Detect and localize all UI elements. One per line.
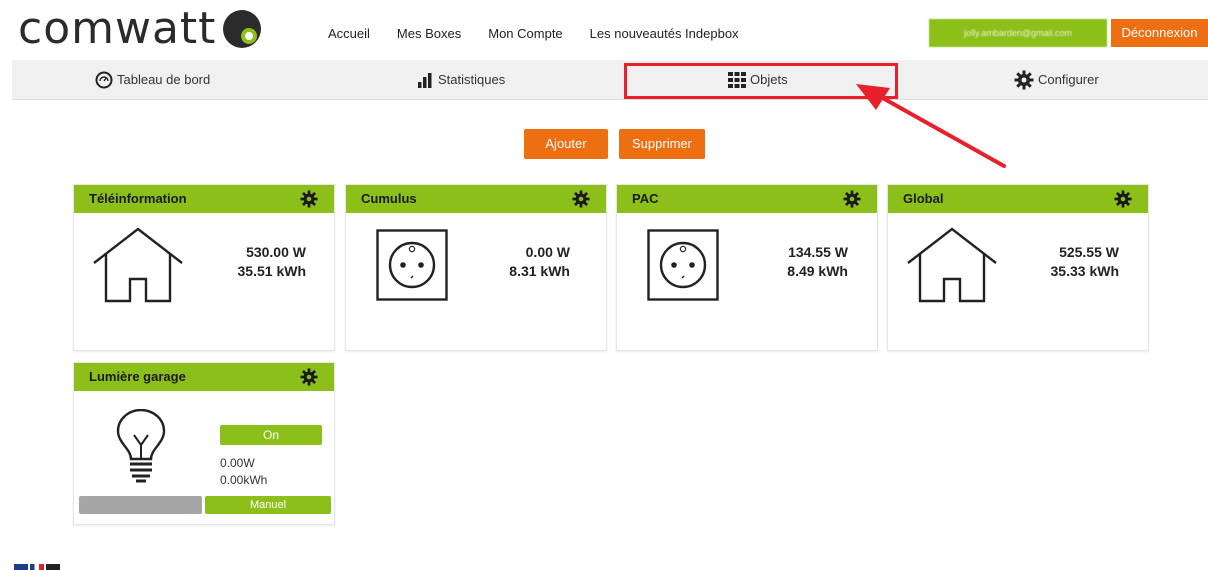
light-energy-value: 0.00kWh <box>220 473 268 487</box>
card-power-value: 525.55 W <box>1059 244 1119 260</box>
flag-de-icon[interactable] <box>46 564 60 570</box>
nav-mes-boxes[interactable]: Mes Boxes <box>397 26 461 41</box>
card-energy-value: 35.51 kWh <box>237 263 306 279</box>
light-manual-mode-button[interactable]: Manuel <box>205 496 331 514</box>
flag-fr-icon[interactable] <box>30 564 44 570</box>
object-card-pac: PAC 134.55 W 8.49 kWh <box>616 184 878 351</box>
socket-icon <box>647 229 719 301</box>
card-energy-value: 8.31 kWh <box>509 263 570 279</box>
dashboard-icon <box>95 71 113 88</box>
house-icon <box>907 227 997 303</box>
card-title: Téléinformation <box>89 191 187 206</box>
light-auto-mode-button[interactable] <box>79 496 202 514</box>
tab-statistiques[interactable]: Statistiques <box>416 60 505 99</box>
logo-mark-icon <box>223 10 262 48</box>
card-power-value: 134.55 W <box>788 244 848 260</box>
lightbulb-icon <box>116 409 166 483</box>
tab-statistiques-label: Statistiques <box>438 72 506 87</box>
card-settings-gear-icon[interactable] <box>572 190 590 208</box>
card-settings-gear-icon[interactable] <box>843 190 861 208</box>
card-title: PAC <box>632 191 659 206</box>
bar-chart-icon <box>418 72 432 88</box>
annotation-arrow-icon <box>856 84 1006 168</box>
card-title: Global <box>903 191 944 206</box>
card-energy-value: 8.49 kWh <box>787 263 848 279</box>
nav-mon-compte[interactable]: Mon Compte <box>488 26 562 41</box>
top-navigation: Accueil Mes Boxes Mon Compte Les nouveau… <box>328 26 766 41</box>
delete-object-button[interactable]: Supprimer <box>619 129 705 159</box>
card-title: Lumière garage <box>89 369 186 384</box>
light-power-value: 0.00W <box>220 456 255 470</box>
card-header: Global <box>888 185 1148 213</box>
object-card-global: Global 525.55 W 35.33 kWh <box>887 184 1149 351</box>
object-card-cumulus: Cumulus 0.00 W 8.31 kWh <box>345 184 607 351</box>
nav-accueil[interactable]: Accueil <box>328 26 370 41</box>
add-object-button[interactable]: Ajouter <box>524 129 608 159</box>
account-email-button[interactable]: jolly.ambarden@gmail.com <box>929 19 1107 47</box>
card-power-value: 530.00 W <box>246 244 306 260</box>
object-card-teleinformation: Téléinformation 530.00 W 35.51 kWh <box>73 184 335 351</box>
light-state-toggle-button[interactable]: On <box>220 425 322 445</box>
tab-tableau-de-bord[interactable]: Tableau de bord <box>95 60 210 99</box>
card-header: Lumière garage <box>74 363 334 391</box>
language-flags <box>14 564 60 570</box>
card-header: Téléinformation <box>74 185 334 213</box>
object-card-lumiere-garage: Lumière garage On 0.00W 0.00kWh Manuel <box>73 362 335 525</box>
card-header: PAC <box>617 185 877 213</box>
card-settings-gear-icon[interactable] <box>300 190 318 208</box>
flag-uk-icon[interactable] <box>14 564 28 570</box>
comwatt-logo[interactable]: comwatt <box>18 6 262 52</box>
tab-configurer[interactable]: Configurer <box>1014 60 1099 99</box>
card-energy-value: 35.33 kWh <box>1050 263 1119 279</box>
house-icon <box>93 227 183 303</box>
card-settings-gear-icon[interactable] <box>1114 190 1132 208</box>
logo-text: comwatt <box>18 3 217 54</box>
card-header: Cumulus <box>346 185 606 213</box>
tab-configurer-label: Configurer <box>1038 72 1099 87</box>
card-power-value: 0.00 W <box>525 244 570 260</box>
nav-nouveautes[interactable]: Les nouveautés Indepbox <box>590 26 739 41</box>
logout-button[interactable]: Déconnexion <box>1111 19 1208 47</box>
card-title: Cumulus <box>361 191 417 206</box>
main-nav-bar: Tableau de bord Statistiques Objets Conf… <box>12 60 1208 100</box>
socket-icon <box>376 229 448 301</box>
gear-icon <box>1014 70 1034 89</box>
card-settings-gear-icon[interactable] <box>300 368 318 386</box>
tab-tableau-de-bord-label: Tableau de bord <box>117 72 211 87</box>
